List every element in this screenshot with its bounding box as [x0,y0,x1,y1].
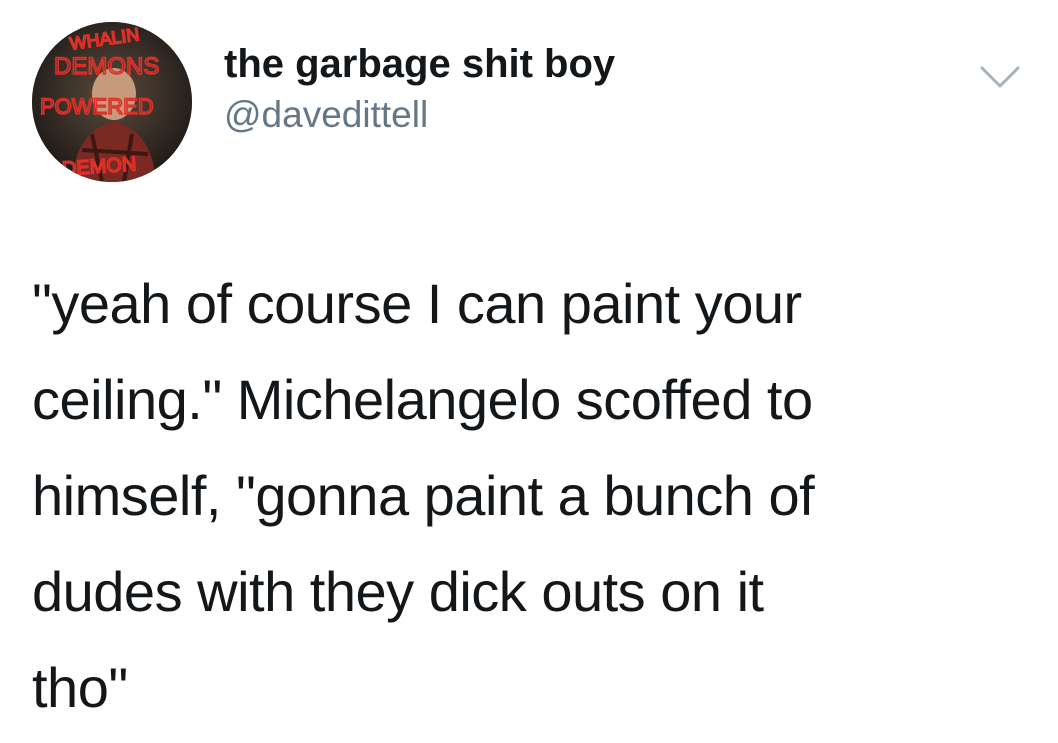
avatar-scrawl-2: DEMONS [54,53,159,80]
display-name[interactable]: the garbage shit boy [224,40,615,88]
avatar-scrawl-3: POWERED [40,94,154,119]
user-handle[interactable]: @davedittell [224,92,615,138]
avatar-image: WHALIN DEMONS POWERED DEMON [32,22,192,182]
tweet-header: WHALIN DEMONS POWERED DEMON the garbage … [32,22,1022,182]
tweet-card: WHALIN DEMONS POWERED DEMON the garbage … [0,0,1058,743]
author-names: the garbage shit boy @davedittell [224,40,615,138]
chevron-down-icon[interactable] [978,62,1022,92]
tweet-text: "yeah of course I can paint your ceiling… [32,272,815,719]
avatar[interactable]: WHALIN DEMONS POWERED DEMON [32,22,192,182]
